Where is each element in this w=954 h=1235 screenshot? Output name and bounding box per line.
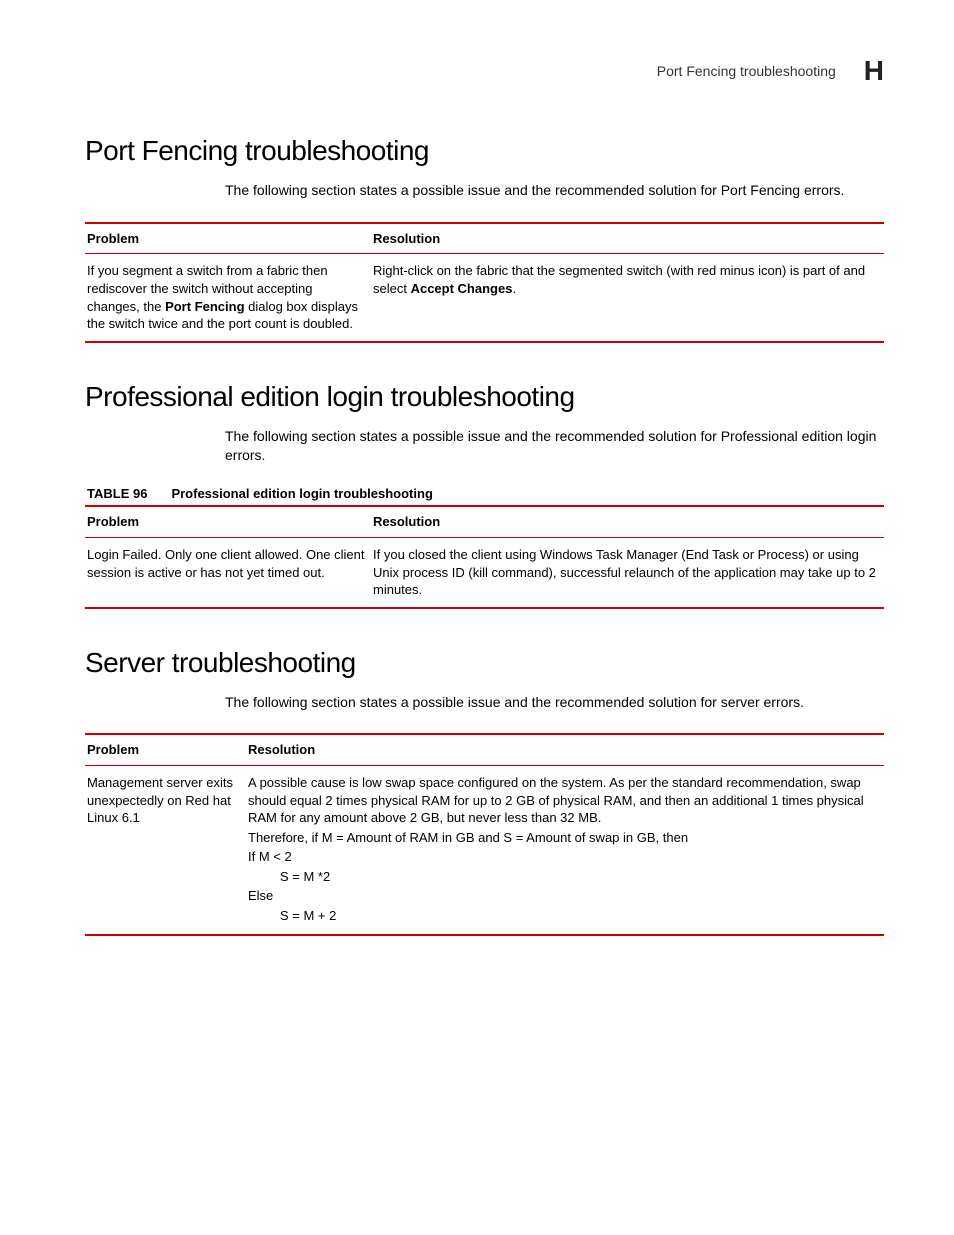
cell-resolution: If you closed the client using Windows T… <box>371 537 884 607</box>
table-header-resolution: Resolution <box>371 223 884 254</box>
table-header-resolution: Resolution <box>246 734 884 765</box>
table-header-problem: Problem <box>85 506 371 537</box>
cell-problem: Management server exits unexpectedly on … <box>85 766 246 936</box>
document-page: Port Fencing troubleshooting H Port Fenc… <box>0 0 954 1034</box>
table-header-problem: Problem <box>85 734 246 765</box>
text: A possible cause is low swap space confi… <box>248 774 880 827</box>
section-title-port-fencing: Port Fencing troubleshooting <box>85 135 884 167</box>
section-intro: The following section states a possible … <box>85 693 884 712</box>
running-title: Port Fencing troubleshooting <box>657 63 836 79</box>
table-label: TABLE 96 <box>87 486 147 501</box>
cell-resolution: A possible cause is low swap space confi… <box>246 766 884 936</box>
text-bold: Accept Changes <box>411 281 513 296</box>
section-title-server: Server troubleshooting <box>85 647 884 679</box>
text: S = M + 2 <box>248 907 880 925</box>
table-header-resolution: Resolution <box>371 506 884 537</box>
running-header: Port Fencing troubleshooting H <box>85 55 884 87</box>
appendix-letter: H <box>864 55 884 87</box>
cell-problem: Login Failed. Only one client allowed. O… <box>85 537 371 607</box>
text: Else <box>248 887 880 905</box>
table-caption: TABLE 96 Professional edition login troub… <box>87 486 884 501</box>
table-row: Login Failed. Only one client allowed. O… <box>85 537 884 607</box>
text: Therefore, if M = Amount of RAM in GB an… <box>248 829 880 847</box>
table-caption-text: Professional edition login troubleshooti… <box>171 486 432 501</box>
table-row: Management server exits unexpectedly on … <box>85 766 884 936</box>
text: If M < 2 <box>248 848 880 866</box>
text: . <box>512 281 516 296</box>
table-pro-login: Problem Resolution Login Failed. Only on… <box>85 505 884 608</box>
table-row: If you segment a switch from a fabric th… <box>85 254 884 342</box>
section-intro: The following section states a possible … <box>85 427 884 465</box>
text: S = M *2 <box>248 868 880 886</box>
cell-resolution: Right-click on the fabric that the segme… <box>371 254 884 342</box>
section-title-pro-login: Professional edition login troubleshooti… <box>85 381 884 413</box>
table-port-fencing: Problem Resolution If you segment a swit… <box>85 222 884 343</box>
table-header-problem: Problem <box>85 223 371 254</box>
section-intro: The following section states a possible … <box>85 181 884 200</box>
table-server: Problem Resolution Management server exi… <box>85 733 884 936</box>
text-bold: Port Fencing <box>165 299 244 314</box>
cell-problem: If you segment a switch from a fabric th… <box>85 254 371 342</box>
